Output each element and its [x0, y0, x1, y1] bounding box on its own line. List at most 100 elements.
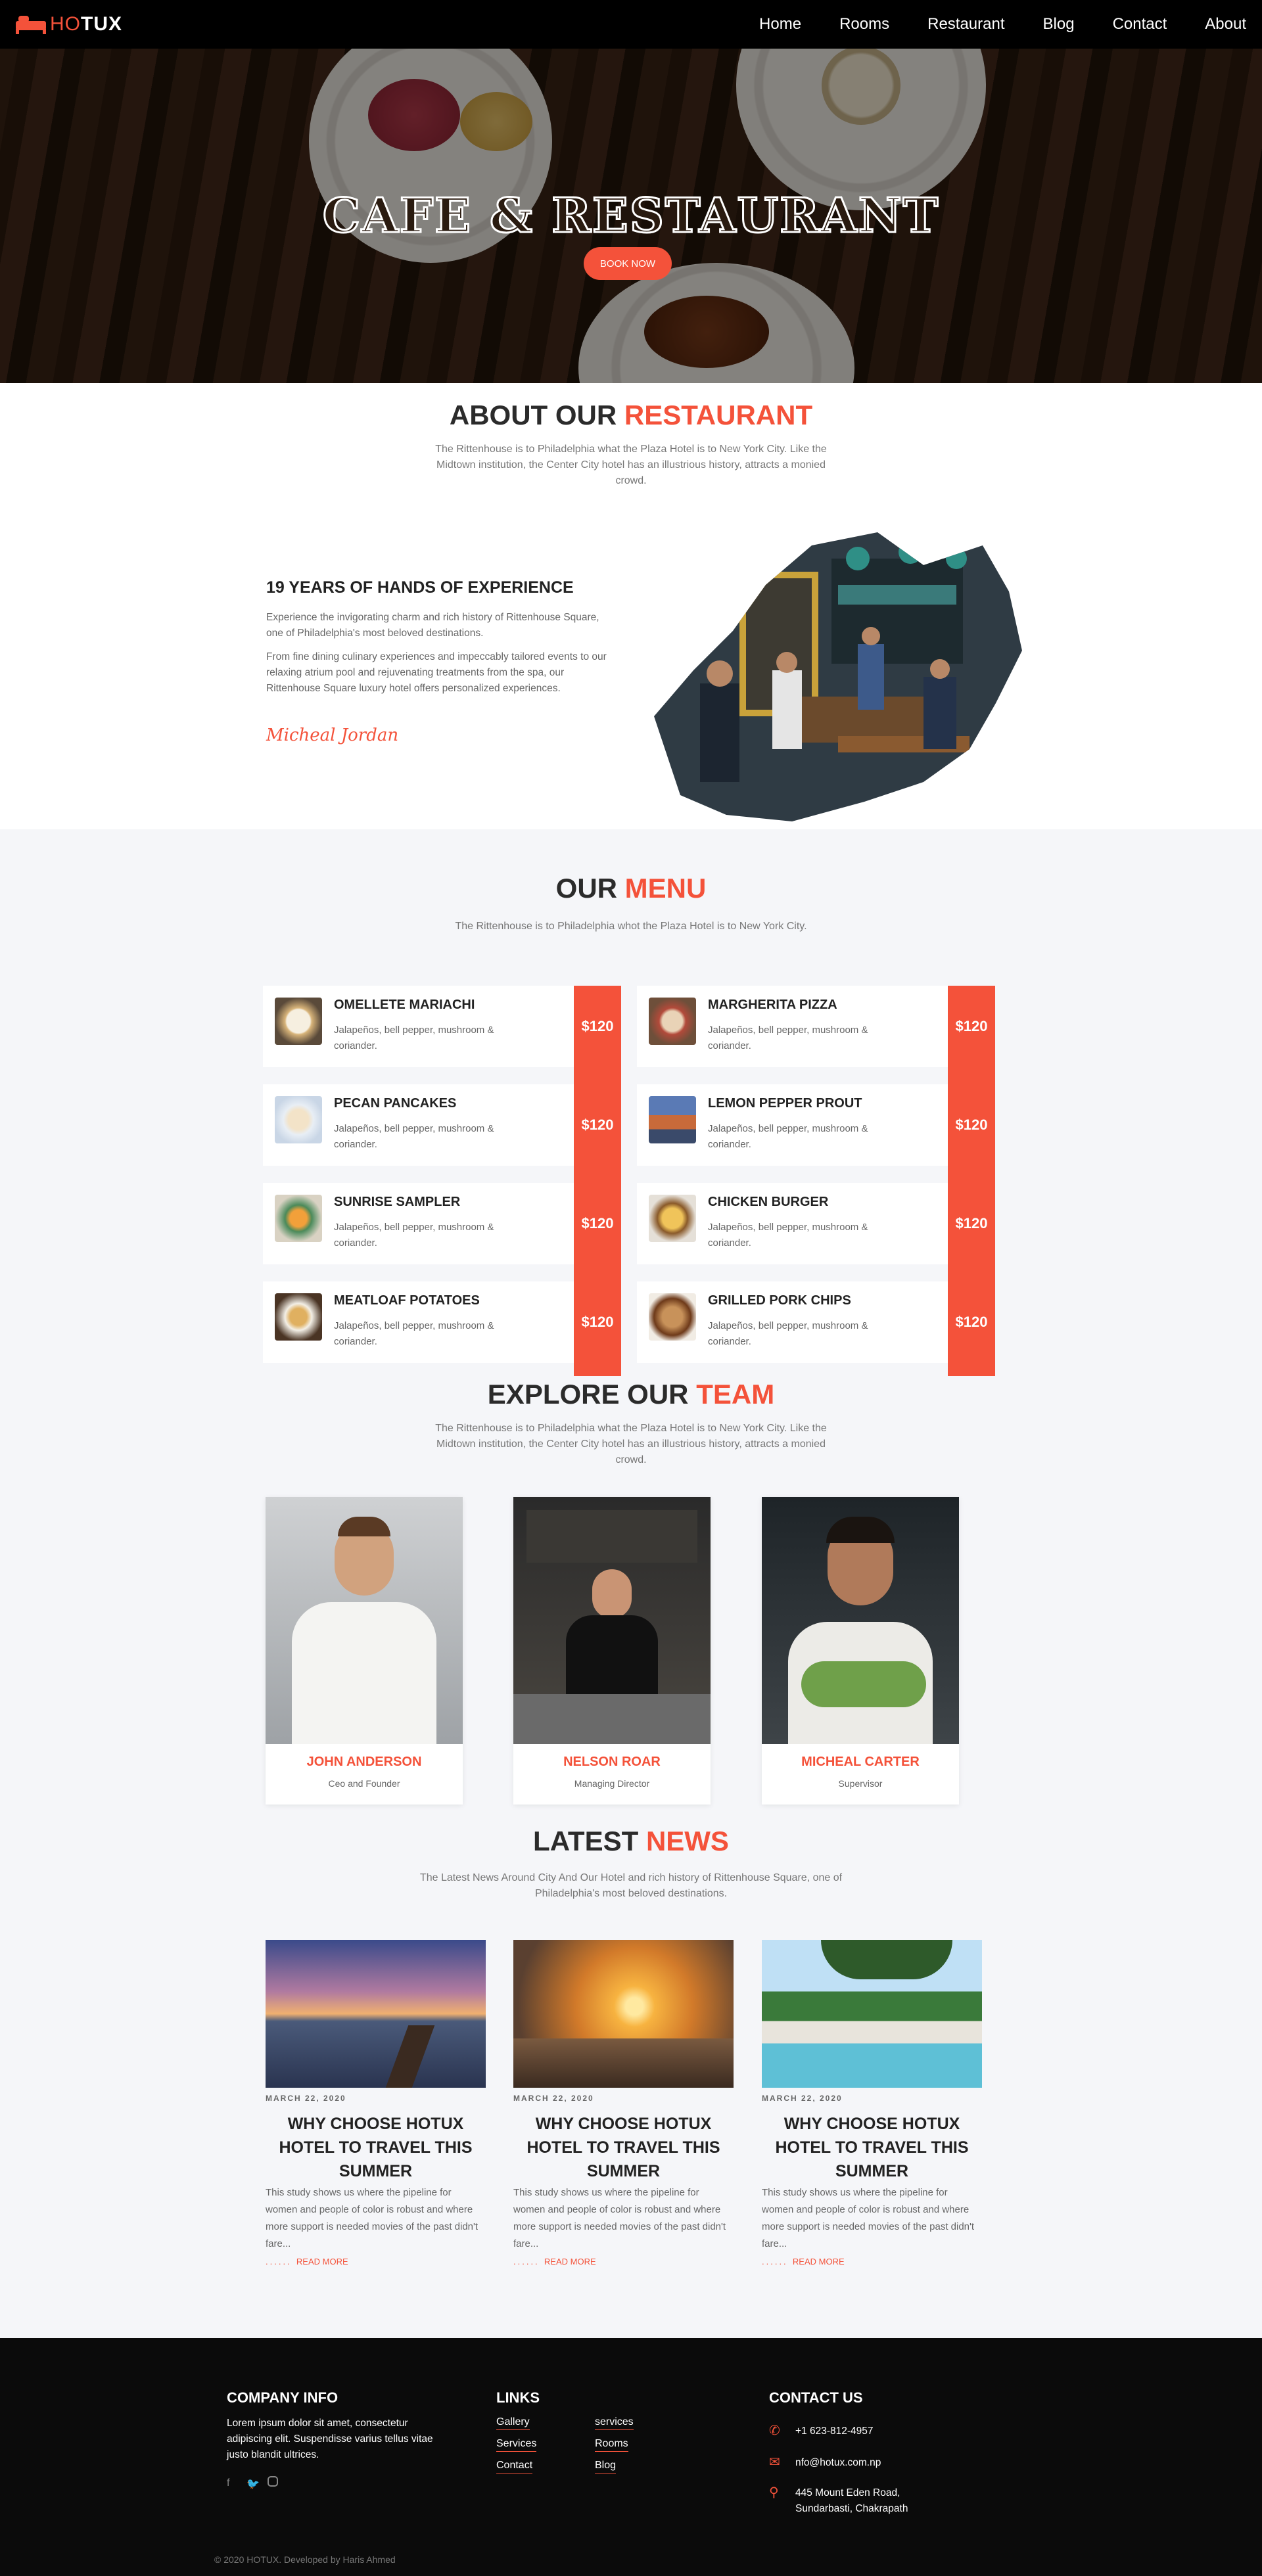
restaurant-interior-image [654, 532, 1022, 821]
about-title-accent: RESTAURANT [624, 400, 813, 430]
footer-company-text: Lorem ipsum dolor sit amet, consectetur … [227, 2418, 433, 2460]
nav-home[interactable]: Home [759, 15, 801, 34]
menu-item-name: CHICKEN BURGER [708, 1195, 829, 1209]
nav-restaurant[interactable]: Restaurant [927, 15, 1004, 34]
menu-item-image [275, 1195, 322, 1242]
news-image[interactable] [513, 1940, 734, 2088]
brand-logo[interactable]: HO TUX [16, 13, 122, 35]
nav-contact[interactable]: Contact [1113, 15, 1167, 34]
menu-item-card[interactable]: MARGHERITA PIZZA Jalapeños, bell pepper,… [637, 986, 995, 1067]
team-member-name: NELSON ROAR [563, 1755, 661, 1769]
menu-item-image [649, 1195, 696, 1242]
location-icon: ⚲ [769, 2485, 779, 2500]
team-subtitle: The Rittenhouse is to Philadelphia what … [435, 1423, 827, 1465]
about-heading: 19 YEARS OF HANDS OF EXPERIENCE [266, 578, 574, 597]
menu-item-name: PECAN PANCAKES [334, 1096, 457, 1111]
facebook-icon[interactable]: f [227, 2477, 229, 2489]
footer-link-rooms[interactable]: Rooms [595, 2438, 628, 2452]
menu-item-image [275, 998, 322, 1045]
footer-email[interactable]: nfo@hotux.com.np [795, 2455, 881, 2471]
nav-blog[interactable]: Blog [1043, 15, 1075, 34]
menu-item-card[interactable]: OMELLETE MARIACHI Jalapeños, bell pepper… [263, 986, 621, 1067]
news-image[interactable] [762, 1940, 982, 2088]
menu-item-price: $120 [574, 986, 621, 1067]
main-menu: Home Rooms Restaurant Blog Contact About [721, 15, 1246, 34]
menu-item-desc: Jalapeños, bell pepper, mushroom & coria… [708, 1222, 868, 1249]
read-more-link[interactable]: ...... READ MORE [513, 2257, 596, 2266]
menu-item-name: SUNRISE SAMPLER [334, 1195, 461, 1209]
menu-item-name: OMELLETE MARIACHI [334, 998, 475, 1012]
news-title-plain: LATEST [533, 1826, 639, 1856]
read-more-link[interactable]: ...... READ MORE [266, 2257, 348, 2266]
footer-company-title: COMPANY INFO [227, 2389, 339, 2406]
team-member-card[interactable]: NELSON ROAR Managing Director [513, 1497, 711, 1805]
footer-contact-title: CONTACT US [769, 2389, 863, 2406]
email-icon: ✉ [769, 2455, 780, 2470]
menu-title-plain: OUR [555, 873, 617, 904]
footer-phone[interactable]: +1 623-812-4957 [795, 2424, 874, 2439]
team-member-name: JOHN ANDERSON [306, 1755, 422, 1769]
news-title-text[interactable]: WHY CHOOSE HOTUX HOTEL TO TRAVEL THIS SU… [513, 2112, 734, 2183]
footer-link-services-2[interactable]: services [595, 2416, 634, 2430]
nav-rooms[interactable]: Rooms [839, 15, 889, 34]
news-card: MARCH 22, 2020 WHY CHOOSE HOTUX HOTEL TO… [266, 1940, 486, 2282]
brand-name-part1: HO [50, 13, 81, 35]
menu-item-price: $120 [574, 1183, 621, 1264]
menu-item-desc: Jalapeños, bell pepper, mushroom & coria… [708, 1024, 868, 1051]
news-title-text[interactable]: WHY CHOOSE HOTUX HOTEL TO TRAVEL THIS SU… [266, 2112, 486, 2183]
menu-item-image [275, 1096, 322, 1143]
read-more-label: READ MORE [296, 2257, 348, 2266]
nav-about[interactable]: About [1205, 15, 1246, 34]
news-excerpt: This study shows us where the pipeline f… [513, 2187, 726, 2249]
menu-item-card[interactable]: SUNRISE SAMPLER Jalapeños, bell pepper, … [263, 1183, 621, 1264]
news-title: LATEST NEWS [0, 1826, 1262, 1857]
team-member-name: MICHEAL CARTER [801, 1755, 920, 1769]
news-date: MARCH 22, 2020 [513, 2094, 594, 2103]
news-excerpt: This study shows us where the pipeline f… [266, 2187, 479, 2249]
team-member-card[interactable]: JOHN ANDERSON Ceo and Founder [266, 1497, 463, 1805]
menu-item-price: $120 [948, 986, 995, 1067]
menu-item-image [649, 998, 696, 1045]
menu-item-name: MARGHERITA PIZZA [708, 998, 837, 1012]
team-member-photo [266, 1497, 463, 1744]
menu-item-desc: Jalapeños, bell pepper, mushroom & coria… [334, 1320, 494, 1347]
news-title-text[interactable]: WHY CHOOSE HOTUX HOTEL TO TRAVEL THIS SU… [762, 2112, 982, 2183]
footer-link-contact[interactable]: Contact [496, 2460, 533, 2473]
about-intro: The Rittenhouse is to Philadelphia what … [435, 444, 827, 486]
menu-item-desc: Jalapeños, bell pepper, mushroom & coria… [708, 1123, 868, 1150]
footer-link-services[interactable]: Services [496, 2438, 537, 2452]
menu-item-card[interactable]: PECAN PANCAKES Jalapeños, bell pepper, m… [263, 1084, 621, 1166]
menu-item-desc: Jalapeños, bell pepper, mushroom & coria… [708, 1320, 868, 1347]
footer-links-title: LINKS [496, 2389, 540, 2406]
read-more-dots: ...... [513, 2257, 540, 2266]
menu-item-desc: Jalapeños, bell pepper, mushroom & coria… [334, 1222, 494, 1249]
read-more-label: READ MORE [792, 2257, 845, 2266]
site-footer [0, 2338, 1262, 2576]
menu-item-image [649, 1096, 696, 1143]
news-image[interactable] [266, 1940, 486, 2088]
about-paragraph-1: Experience the invigorating charm and ri… [266, 612, 599, 639]
bed-icon [16, 14, 46, 34]
book-now-button[interactable]: BOOK NOW [584, 247, 672, 280]
team-member-card[interactable]: MICHEAL CARTER Supervisor [762, 1497, 959, 1805]
brand-name-part2: TUX [81, 13, 122, 35]
news-card: MARCH 22, 2020 WHY CHOOSE HOTUX HOTEL TO… [762, 1940, 982, 2282]
footer-link-blog[interactable]: Blog [595, 2460, 617, 2473]
read-more-link[interactable]: ...... READ MORE [762, 2257, 845, 2266]
menu-item-card[interactable]: MEATLOAF POTATOES Jalapeños, bell pepper… [263, 1281, 621, 1363]
team-member-photo [513, 1497, 711, 1744]
menu-item-card[interactable]: GRILLED PORK CHIPS Jalapeños, bell peppe… [637, 1281, 995, 1363]
menu-item-card[interactable]: CHICKEN BURGER Jalapeños, bell pepper, m… [637, 1183, 995, 1264]
twitter-icon[interactable]: 🐦 [246, 2477, 260, 2491]
menu-item-name: LEMON PEPPER PROUT [708, 1096, 862, 1111]
menu-item-desc: Jalapeños, bell pepper, mushroom & coria… [334, 1024, 494, 1051]
menu-item-card[interactable]: LEMON PEPPER PROUT Jalapeños, bell peppe… [637, 1084, 995, 1166]
about-paragraph-2: From fine dining culinary experiences an… [266, 651, 607, 694]
copyright: © 2020 HOTUX. Developed by Haris Ahmed [214, 2554, 396, 2565]
team-title-accent: TEAM [696, 1379, 775, 1410]
team-member-role: Ceo and Founder [328, 1778, 400, 1789]
menu-item-image [275, 1293, 322, 1341]
footer-link-gallery[interactable]: Gallery [496, 2416, 530, 2430]
read-more-dots: ...... [266, 2257, 292, 2266]
instagram-icon[interactable] [268, 2476, 278, 2487]
